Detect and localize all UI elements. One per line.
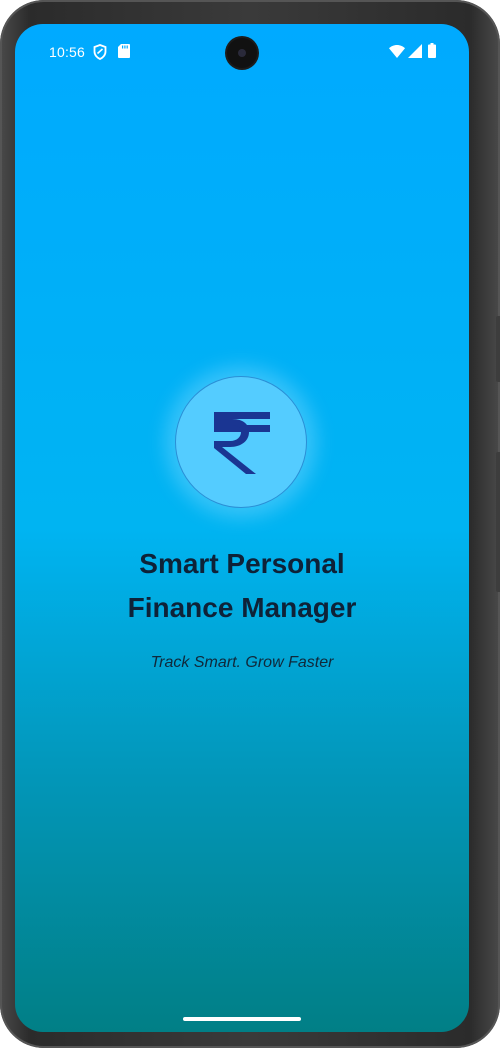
battery-icon <box>428 43 436 58</box>
front-camera <box>227 38 257 68</box>
rupee-icon <box>214 412 270 474</box>
sd-card-icon <box>118 44 130 58</box>
phone-frame: 10:56 Smart Personal Finance Manager Tra… <box>0 0 500 1048</box>
app-tagline: Track Smart. Grow Faster <box>150 654 334 671</box>
status-bar: 10:56 <box>15 24 469 80</box>
power-button <box>496 316 500 382</box>
splash-screen: 10:56 Smart Personal Finance Manager Tra… <box>15 24 469 1032</box>
shield-icon <box>93 44 107 60</box>
app-title-line-1: Smart Personal <box>139 548 345 579</box>
volume-button <box>496 452 500 592</box>
signal-icon <box>408 44 422 58</box>
status-time: 10:56 <box>49 44 86 60</box>
app-title-line-2: Finance Manager <box>127 592 357 623</box>
wifi-icon <box>389 45 405 58</box>
gesture-nav-handle[interactable] <box>183 1017 301 1021</box>
app-title: Smart Personal Finance Manager <box>15 542 469 630</box>
